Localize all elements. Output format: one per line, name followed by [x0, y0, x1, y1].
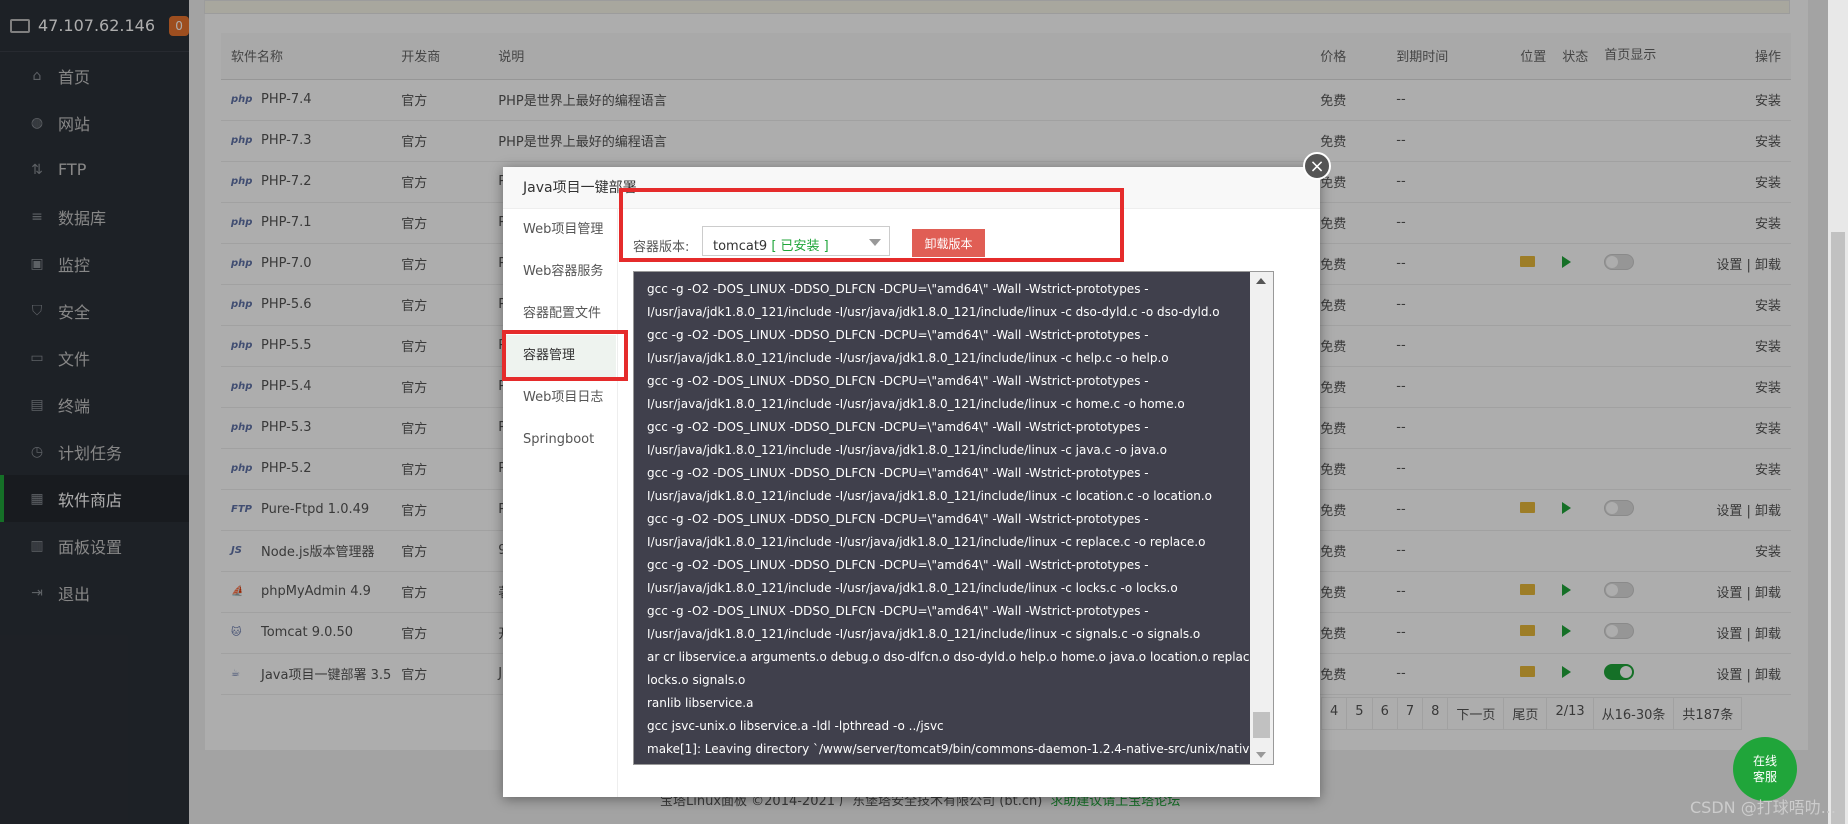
log-line: make[1]: Leaving directory `/www/server/… — [647, 742, 1261, 756]
scroll-down-icon[interactable] — [1256, 752, 1266, 758]
log-line: I/usr/java/jdk1.8.0_121/include -I/usr/j… — [647, 443, 1168, 457]
modal-tab-4[interactable]: Web项目日志 — [503, 377, 616, 419]
install-log[interactable]: gcc -g -O2 -DOS_LINUX -DDSO_DLFCN -DCPU=… — [633, 271, 1274, 765]
log-line: I/usr/java/jdk1.8.0_121/include -I/usr/j… — [647, 581, 1178, 595]
log-line: gcc -g -O2 -DOS_LINUX -DDSO_DLFCN -DCPU=… — [647, 420, 1149, 434]
log-line: I/usr/java/jdk1.8.0_121/include -I/usr/j… — [647, 397, 1185, 411]
online-support-button[interactable]: 在线 客服 — [1733, 737, 1797, 801]
log-line: locks.o signals.o — [647, 673, 746, 687]
modal-tab-0[interactable]: Web项目管理 — [503, 209, 616, 251]
modal-tab-1[interactable]: Web容器服务 — [503, 251, 616, 293]
log-line: ar cr libservice.a arguments.o debug.o d… — [647, 650, 1269, 664]
log-line: ranlib libservice.a — [647, 696, 754, 710]
online-label-1: 在线 — [1752, 754, 1777, 768]
log-line: gcc -g -O2 -DOS_LINUX -DDSO_DLFCN -DCPU=… — [647, 328, 1149, 342]
modal-tab-5[interactable]: Springboot — [503, 419, 616, 461]
page-scroll-thumb[interactable] — [1831, 232, 1845, 824]
log-line: I/usr/java/jdk1.8.0_121/include -I/usr/j… — [647, 535, 1206, 549]
scroll-up-icon[interactable] — [1256, 278, 1266, 284]
close-icon[interactable]: × — [1303, 152, 1331, 180]
modal-tab-2[interactable]: 容器配置文件 — [503, 293, 616, 335]
log-line: I/usr/java/jdk1.8.0_121/include -I/usr/j… — [647, 351, 1169, 365]
log-scrollbar[interactable] — [1250, 272, 1273, 764]
log-line: gcc -g -O2 -DOS_LINUX -DDSO_DLFCN -DCPU=… — [647, 558, 1149, 572]
highlight-version-box — [619, 188, 1124, 262]
log-line: gcc -g -O2 -DOS_LINUX -DDSO_DLFCN -DCPU=… — [647, 512, 1149, 526]
log-line: I/usr/java/jdk1.8.0_121/include -I/usr/j… — [647, 489, 1212, 503]
watermark: CSDN @打球唔叻... — [1690, 798, 1836, 817]
log-line: gcc -g -O2 -DOS_LINUX -DDSO_DLFCN -DCPU=… — [647, 374, 1149, 388]
scroll-thumb[interactable] — [1253, 712, 1270, 738]
highlight-nav-box — [502, 330, 628, 381]
page-scrollbar[interactable] — [1828, 0, 1848, 824]
online-label-2: 客服 — [1752, 770, 1777, 784]
log-line: I/usr/java/jdk1.8.0_121/include -I/usr/j… — [647, 305, 1220, 319]
log-line: gcc -g -O2 -DOS_LINUX -DDSO_DLFCN -DCPU=… — [647, 604, 1149, 618]
log-line: gcc -g -O2 -DOS_LINUX -DDSO_DLFCN -DCPU=… — [647, 282, 1149, 296]
log-line: I/usr/java/jdk1.8.0_121/include -I/usr/j… — [647, 627, 1201, 641]
log-line: gcc -g -O2 -DOS_LINUX -DDSO_DLFCN -DCPU=… — [647, 466, 1149, 480]
log-line: gcc jsvc-unix.o libservice.a -ldl -lpthr… — [647, 719, 944, 733]
